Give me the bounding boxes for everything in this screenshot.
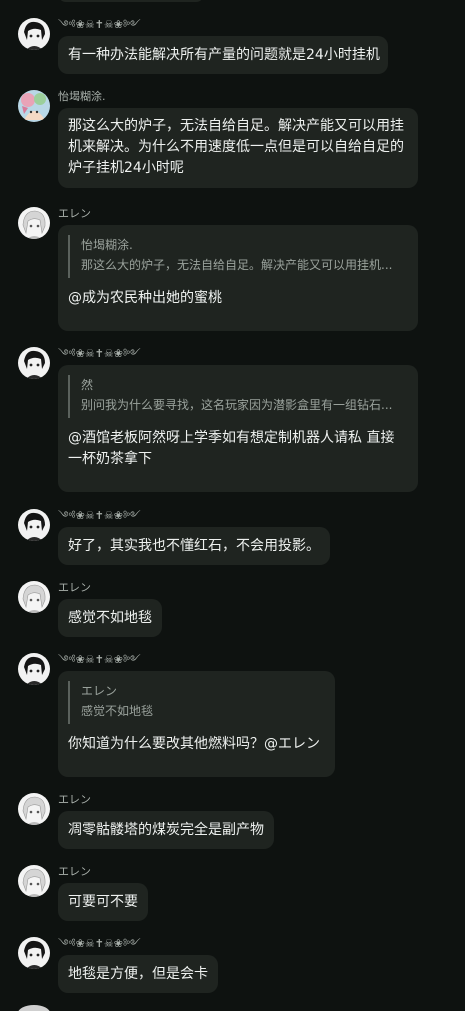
quoted-sender: エレン [81,684,118,698]
quoted-message[interactable]: 怡堨糊涂. 那这么大的炉子，无法自给自足。解决产能又可以用挂机... [68,235,408,278]
sender-name[interactable]: ༺❀☠✝☠❀༻ [58,653,141,667]
message-bubble[interactable]: 有一种办法能解决所有产量的问题就是24小时挂机 [58,36,388,74]
sender-name[interactable]: ༺❀☠✝☠❀༻ [58,347,141,361]
message-bubble[interactable]: エレン 感觉不如地毯 你知道为什么要改其他燃料吗？@エレン [58,671,335,777]
message-text: 有一种办法能解决所有产量的问题就是24小时挂机 [68,47,380,63]
quoted-text: 别问我为什么要寻找，这名玩家因为潜影盒里有一组钻石... [81,398,393,412]
avatar-black-hair-icon[interactable] [18,18,50,50]
avatar-black-hair-icon[interactable] [18,653,50,685]
next-avatar-icon[interactable] [18,1005,50,1011]
avatar-white-hair-icon[interactable] [18,793,50,825]
avatar-black-hair-icon[interactable] [18,509,50,541]
sender-name[interactable]: ༺❀☠✝☠❀༻ [58,937,141,951]
quoted-text: 那这么大的炉子，无法自给自足。解决产能又可以用挂机... [81,258,393,272]
avatar-white-hair-icon[interactable] [18,207,50,239]
avatar-pastel-character-icon[interactable] [18,90,50,122]
message-bubble[interactable]: 可要可不要 [58,883,148,921]
chat-view[interactable]: ༺❀☠✝☠❀༻ 有一种办法能解决所有产量的问题就是24小时挂机 怡堨糊涂. 那这… [0,0,465,1011]
message-bubble[interactable]: 凋零骷髅塔的煤炭完全是副产物 [58,811,274,849]
sender-name[interactable]: 怡堨糊涂. [58,90,106,104]
quoted-message[interactable]: エレン 感觉不如地毯 [68,681,325,724]
message-bubble[interactable]: 好了，其实我也不懂红石，不会用投影。 [58,527,330,565]
avatar-white-hair-icon[interactable] [18,865,50,897]
sender-name[interactable]: エレン [58,581,91,595]
message-text: 好了，其实我也不懂红石，不会用投影。 [68,538,320,554]
message-text: 你知道为什么要改其他燃料吗？@エレン [68,736,320,752]
message-text: 可要可不要 [68,894,138,910]
message-text: 凋零骷髅塔的煤炭完全是副产物 [68,822,264,838]
quoted-text: 感觉不如地毯 [81,704,154,718]
message-bubble[interactable]: 地毯是方便，但是会卡 [58,955,218,993]
message-bubble[interactable]: 那这么大的炉子，无法自给自足。解决产能又可以用挂机来解决。为什么不用速度低一点但… [58,108,418,188]
message-text: @成为农民种出她的蜜桃 [68,290,222,306]
quoted-sender: 然 [81,378,94,392]
message-text: 感觉不如地毯 [68,610,152,626]
message-bubble[interactable]: 感觉不如地毯 [58,599,162,637]
avatar-black-hair-icon[interactable] [18,347,50,379]
quoted-sender: 怡堨糊涂. [81,238,133,252]
message-bubble[interactable]: 怡堨糊涂. 那这么大的炉子，无法自给自足。解决产能又可以用挂机... @成为农民… [58,225,418,331]
message-text: 那这么大的炉子，无法自给自足。解决产能又可以用挂机来解决。为什么不用速度低一点但… [68,118,404,176]
sender-name[interactable]: ༺❀☠✝☠❀༻ [58,509,141,523]
avatar-white-hair-icon[interactable] [18,581,50,613]
message-text: @酒馆老板阿然呀上学季如有想定制机器人请私 直接一杯奶茶拿下 [68,430,395,467]
sender-name[interactable]: エレン [58,865,91,879]
sender-name[interactable]: エレン [58,793,91,807]
message-bubble[interactable]: 然 别问我为什么要寻找，这名玩家因为潜影盒里有一组钻石... @酒馆老板阿然呀上… [58,365,418,492]
quoted-message[interactable]: 然 别问我为什么要寻找，这名玩家因为潜影盒里有一组钻石... [68,375,408,418]
previous-message-bubble [58,0,204,2]
sender-name[interactable]: エレン [58,207,91,221]
avatar-black-hair-icon[interactable] [18,937,50,969]
message-text: 地毯是方便，但是会卡 [68,966,208,982]
sender-name[interactable]: ༺❀☠✝☠❀༻ [58,18,141,32]
